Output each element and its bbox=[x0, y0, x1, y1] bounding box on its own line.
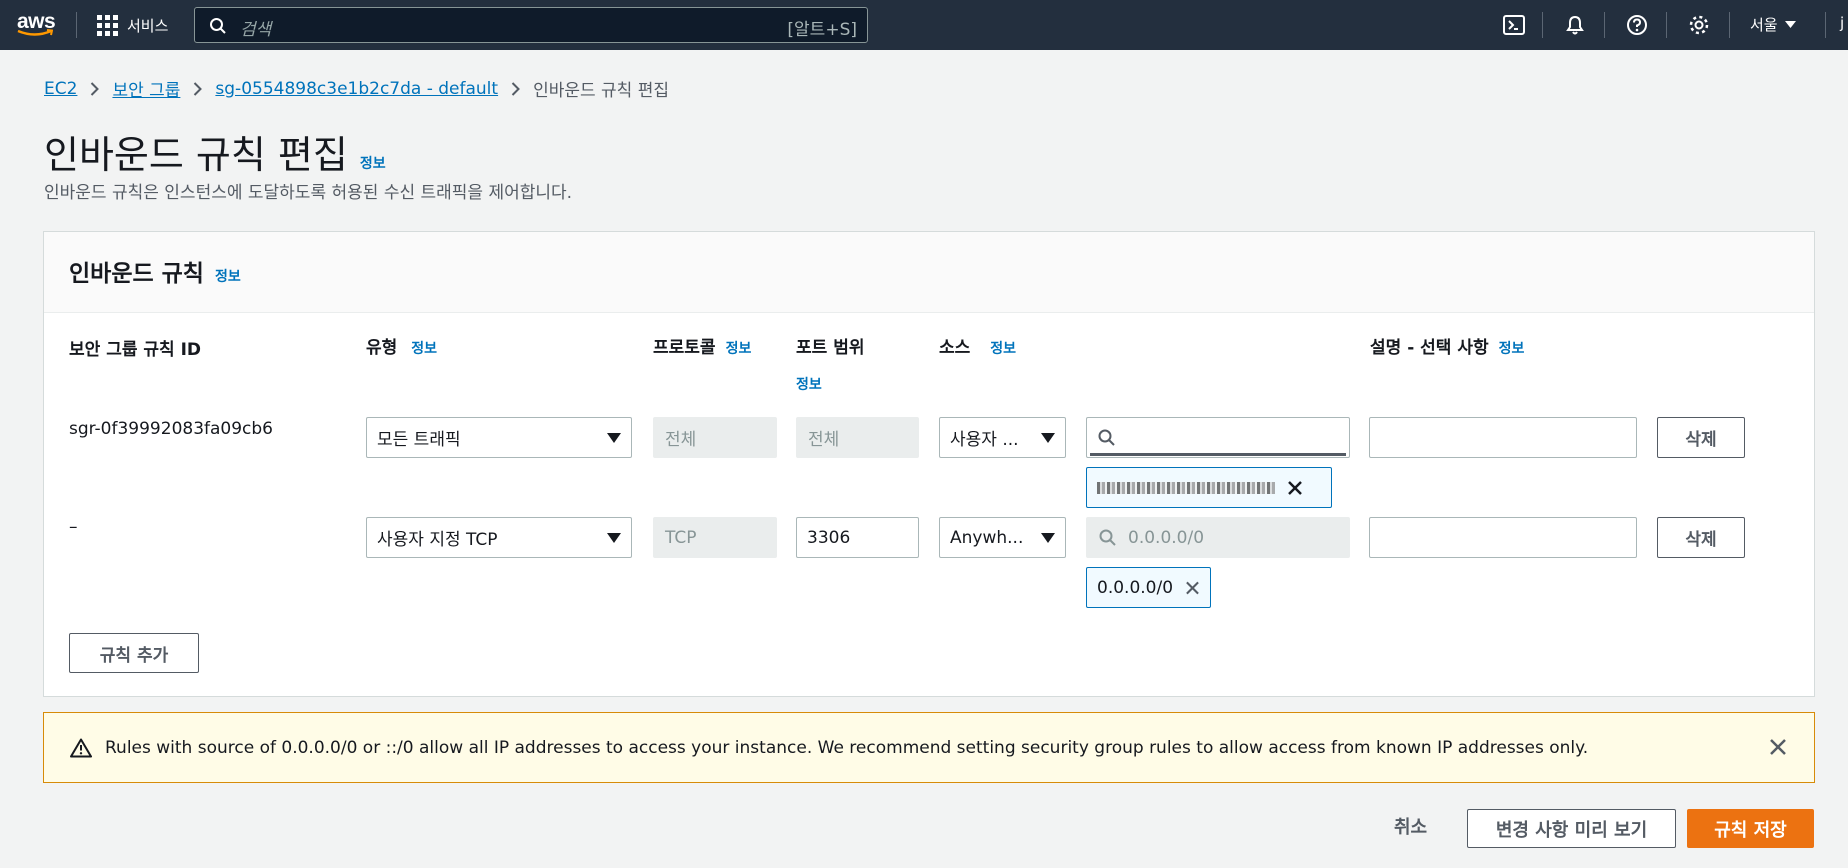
caret-down-icon bbox=[1041, 533, 1055, 543]
caret-down-icon bbox=[607, 533, 621, 543]
source-info-link[interactable]: 정보 bbox=[990, 338, 1016, 358]
user-menu[interactable]: j bbox=[1840, 14, 1844, 32]
cloudshell-icon[interactable] bbox=[1502, 13, 1526, 37]
page-header: 인바운드 규칙 편집 정보 bbox=[44, 124, 386, 179]
source-type-select[interactable]: 사용자 ... bbox=[939, 417, 1066, 458]
search-icon bbox=[1098, 429, 1115, 446]
source-token: 0.0.0.0/0 bbox=[1086, 567, 1211, 608]
type-select[interactable]: 모든 트래픽 bbox=[366, 417, 632, 458]
redacted-token-value bbox=[1097, 481, 1275, 494]
region-label: 서울 bbox=[1750, 16, 1778, 34]
source-type-select[interactable]: Anywh... bbox=[939, 517, 1066, 558]
add-rule-button[interactable]: 규칙 추가 bbox=[69, 633, 199, 673]
aws-logo[interactable]: aws bbox=[17, 10, 57, 40]
source-token bbox=[1086, 467, 1332, 508]
input-focus-bar bbox=[1090, 453, 1346, 456]
region-selector[interactable]: 서울 bbox=[1750, 14, 1796, 35]
page-description: 인바운드 규칙은 인스턴스에 도달하도록 허용된 수신 트래픽을 제어합니다. bbox=[44, 183, 573, 203]
cancel-button[interactable]: 취소 bbox=[1394, 813, 1427, 839]
nav-divider bbox=[1604, 12, 1605, 38]
chevron-right-icon bbox=[193, 81, 203, 96]
close-icon[interactable] bbox=[1287, 480, 1303, 496]
column-header-source: 소스 정보 bbox=[939, 338, 1017, 358]
container-title: 인바운드 규칙 bbox=[69, 261, 204, 287]
search-input[interactable]: 검색 [알트+S] bbox=[194, 7, 868, 43]
services-label: 서비스 bbox=[127, 16, 169, 35]
warning-text: Rules with source of 0.0.0.0/0 or ::/0 a… bbox=[105, 737, 1589, 758]
breadcrumb-ec2[interactable]: EC2 bbox=[44, 79, 77, 99]
port-range-input[interactable]: 3306 bbox=[796, 517, 919, 558]
source-type-value: Anywh... bbox=[950, 527, 1024, 548]
search-icon bbox=[1099, 529, 1116, 546]
grid-icon bbox=[97, 14, 118, 36]
rule-id: sgr-0f39992083fa09cb6 bbox=[69, 419, 273, 439]
warning-alert: Rules with source of 0.0.0.0/0 or ::/0 a… bbox=[43, 712, 1815, 783]
port-range-field: 전체 bbox=[796, 417, 919, 458]
source-cidr-placeholder: 0.0.0.0/0 bbox=[1128, 527, 1205, 548]
nav-divider bbox=[1542, 12, 1543, 38]
search-shortcut: [알트+S] bbox=[787, 20, 857, 40]
help-icon[interactable] bbox=[1625, 13, 1649, 37]
warning-icon bbox=[70, 738, 92, 757]
bell-icon[interactable] bbox=[1563, 13, 1587, 37]
breadcrumb-current: 인바운드 규칙 편집 bbox=[533, 81, 670, 101]
source-cidr-input[interactable] bbox=[1086, 417, 1350, 458]
breadcrumb: EC2 보안 그룹 sg-0554898c3e1b2c7da - default… bbox=[44, 76, 670, 102]
delete-rule-button[interactable]: 삭제 bbox=[1657, 417, 1745, 458]
top-navigation: aws 서비스 검색 [알트+S] 서울 j bbox=[0, 0, 1848, 50]
page-title: 인바운드 규칙 편집 bbox=[44, 133, 348, 177]
rule-id: – bbox=[69, 517, 78, 537]
protocol-field: TCP bbox=[653, 517, 777, 558]
source-cidr-input: 0.0.0.0/0 bbox=[1086, 517, 1350, 558]
breadcrumb-security-group-id[interactable]: sg-0554898c3e1b2c7da - default bbox=[215, 79, 498, 99]
search-icon bbox=[210, 18, 226, 34]
type-select-value: 모든 트래픽 bbox=[377, 430, 461, 450]
description-input[interactable] bbox=[1369, 517, 1637, 558]
protocol-field: 전체 bbox=[653, 417, 777, 458]
caret-down-icon bbox=[1784, 20, 1796, 28]
nav-divider bbox=[1666, 12, 1667, 38]
search-placeholder: 검색 bbox=[240, 20, 272, 40]
type-select[interactable]: 사용자 지정 TCP bbox=[366, 517, 632, 558]
nav-divider bbox=[76, 12, 77, 38]
type-select-value: 사용자 지정 TCP bbox=[377, 530, 498, 550]
source-type-value: 사용자 ... bbox=[950, 430, 1019, 450]
container-header: 인바운드 규칙 정보 bbox=[44, 232, 1814, 313]
nav-divider bbox=[1729, 12, 1730, 38]
services-menu-button[interactable]: 서비스 bbox=[97, 13, 168, 37]
preview-changes-button[interactable]: 변경 사항 미리 보기 bbox=[1467, 809, 1676, 848]
column-header-type: 유형 정보 bbox=[366, 338, 438, 358]
rules-info-link[interactable]: 정보 bbox=[215, 266, 241, 286]
caret-down-icon bbox=[1041, 433, 1055, 443]
source-token-value: 0.0.0.0/0 bbox=[1097, 577, 1174, 598]
caret-down-icon bbox=[607, 433, 621, 443]
close-icon[interactable] bbox=[1185, 580, 1200, 596]
page-info-link[interactable]: 정보 bbox=[360, 153, 386, 173]
chevron-right-icon bbox=[90, 81, 100, 96]
column-header-protocol: 프로토콜 정보 bbox=[653, 338, 752, 358]
close-icon[interactable] bbox=[1768, 737, 1788, 757]
port-range-info-link[interactable]: 정보 bbox=[796, 374, 822, 394]
save-rules-button[interactable]: 규칙 저장 bbox=[1687, 809, 1814, 848]
inbound-rules-container: 인바운드 규칙 정보 보안 그룹 규칙 ID 유형 정보 프로토콜 정보 포트 … bbox=[43, 231, 1815, 697]
column-header-rule-id: 보안 그룹 규칙 ID bbox=[69, 340, 202, 360]
description-info-link[interactable]: 정보 bbox=[1499, 338, 1525, 358]
column-header-port-range: 포트 범위 bbox=[796, 338, 865, 358]
gear-icon[interactable] bbox=[1687, 13, 1711, 37]
nav-divider bbox=[1825, 12, 1826, 38]
breadcrumb-security-groups[interactable]: 보안 그룹 bbox=[112, 76, 180, 101]
column-header-description: 설명 - 선택 사항 정보 bbox=[1370, 338, 1525, 358]
type-info-link[interactable]: 정보 bbox=[411, 338, 437, 358]
chevron-right-icon bbox=[511, 81, 520, 96]
protocol-info-link[interactable]: 정보 bbox=[726, 338, 752, 358]
delete-rule-button[interactable]: 삭제 bbox=[1657, 517, 1745, 558]
description-input[interactable] bbox=[1369, 417, 1637, 458]
